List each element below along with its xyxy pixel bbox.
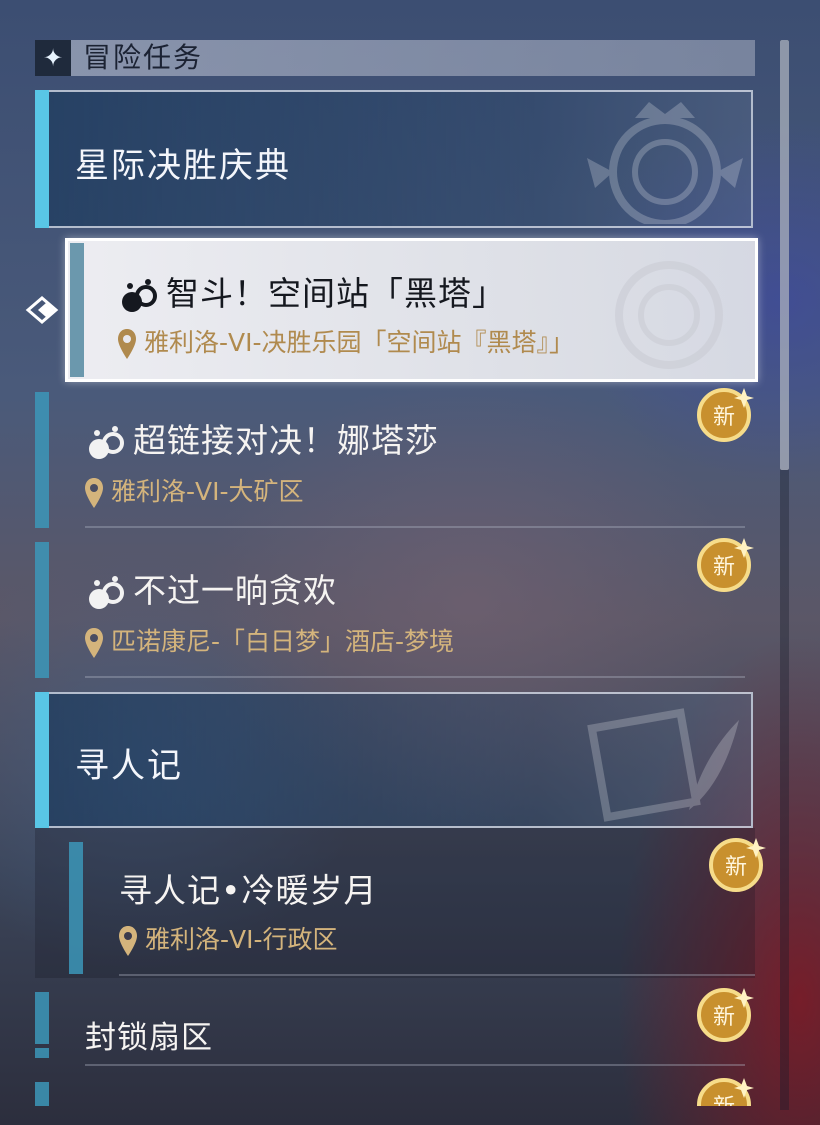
- location-pin-icon: [119, 926, 137, 956]
- quest-title: 封锁扇区: [85, 1020, 213, 1056]
- category-label: 寻人记: [75, 746, 183, 786]
- quest-title: 超链接对决！娜塔莎: [85, 414, 439, 463]
- svg-text:新: 新: [713, 555, 735, 580]
- quest-title: 不过一晌贪欢: [85, 564, 337, 613]
- letter-quill-icon: [587, 708, 739, 822]
- panel-title: 冒险任务: [83, 41, 204, 74]
- quest-accent-bar: [35, 992, 49, 1044]
- new-badge-clip: 新: [694, 1074, 756, 1106]
- adventure-quest-icon: [122, 278, 157, 312]
- adventure-quest-icon: [89, 575, 124, 609]
- quest-accent-bar: [35, 542, 49, 678]
- divider: [85, 526, 745, 528]
- category-header-finding-people[interactable]: 寻人记: [35, 692, 753, 828]
- quest-item[interactable]: [35, 1082, 755, 1106]
- category-accent-bar: [35, 692, 49, 828]
- quest-title: 智斗！空间站「黑塔」: [118, 267, 506, 316]
- quest-accent-bar: [35, 1048, 49, 1058]
- divider: [85, 1064, 745, 1066]
- quest-location: 匹诺康尼-「白日梦」酒店-梦境: [85, 622, 454, 659]
- quest-item[interactable]: 超链接对决！娜塔莎 雅利洛-VI-大矿区: [35, 392, 755, 528]
- divider: [119, 974, 755, 976]
- four-point-star-icon: ✦: [35, 40, 71, 76]
- divider: [85, 676, 745, 678]
- location-pin-icon: [85, 628, 103, 658]
- quest-item[interactable]: 寻人记•冷暖岁月 雅利洛-VI-行政区: [35, 828, 755, 978]
- svg-text:新: 新: [725, 855, 747, 880]
- quest-item[interactable]: 不过一晌贪欢 匹诺康尼-「白日梦」酒店-梦境: [35, 542, 755, 678]
- selection-pointer-icon: [25, 296, 59, 324]
- new-badge: 新: [697, 538, 754, 592]
- svg-text:新: 新: [713, 1005, 735, 1030]
- category-header-celebration[interactable]: 星际决胜庆典: [35, 90, 753, 228]
- quest-accent-bar: [70, 243, 84, 377]
- new-badge: 新: [697, 388, 754, 442]
- panel-header: ✦ 冒险任务: [35, 40, 755, 76]
- category-accent-bar: [35, 90, 49, 228]
- new-badge: 新: [697, 1078, 754, 1106]
- quest-item[interactable]: 封锁扇区: [35, 992, 755, 1068]
- quest-accent-bar: [35, 392, 49, 528]
- crest-emblem-icon: [587, 102, 743, 224]
- new-badge: 新: [709, 838, 766, 892]
- location-pin-icon: [85, 478, 103, 508]
- quest-location: 雅利洛-VI-大矿区: [85, 472, 304, 509]
- quest-location: 雅利洛-VI-决胜乐园「空间站『黑塔』」: [118, 323, 574, 360]
- adventure-quest-icon: [89, 425, 124, 459]
- quest-item-selected[interactable]: 智斗！空间站「黑塔」 雅利洛-VI-决胜乐园「空间站『黑塔』」: [65, 238, 758, 382]
- svg-text:新: 新: [713, 405, 735, 430]
- quest-title: 寻人记•冷暖岁月: [119, 871, 378, 910]
- quest-accent-bar: [35, 1082, 49, 1106]
- svg-text:新: 新: [713, 1095, 735, 1106]
- quest-location: 雅利洛-VI-行政区: [119, 920, 338, 957]
- category-label: 星际决胜庆典: [75, 146, 291, 186]
- new-badge: 新: [697, 988, 754, 1042]
- location-pin-icon: [118, 329, 136, 359]
- quest-accent-bar: [69, 842, 83, 974]
- crest-watermark-icon: [615, 261, 723, 369]
- scrollbar-thumb[interactable]: [780, 40, 789, 470]
